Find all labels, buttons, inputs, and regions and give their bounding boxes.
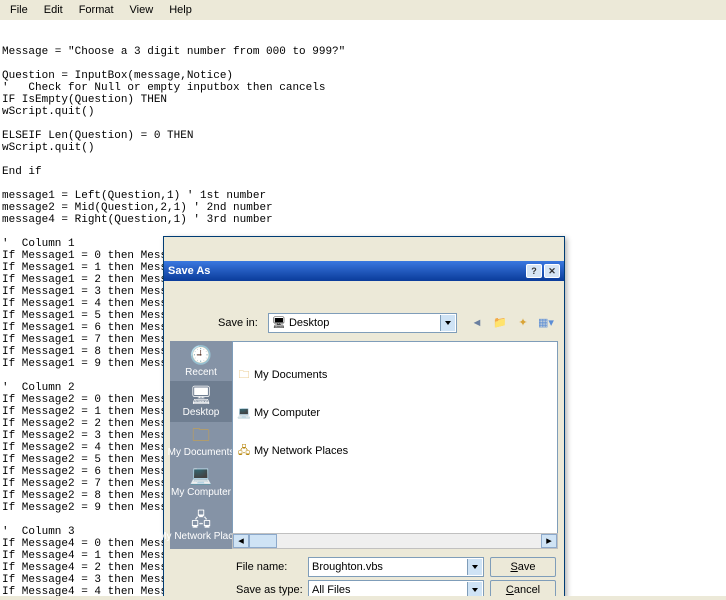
up-one-level-icon[interactable]: 📁 <box>490 313 510 333</box>
save-as-type-dropdown[interactable]: All Files <box>308 580 484 596</box>
place-label: Recent <box>185 367 217 379</box>
save-as-dialog: Save As ? ✕ Save in: Desktop ◄ 📁 ✦ ▦▾ <box>163 236 565 596</box>
menu-view[interactable]: View <box>124 2 160 18</box>
text-editor[interactable]: Message = "Choose a 3 digit number from … <box>0 20 726 596</box>
back-icon[interactable]: ◄ <box>467 313 487 333</box>
save-in-dropdown[interactable]: Desktop <box>268 313 457 333</box>
cancel-button[interactable]: Cancel <box>490 580 556 596</box>
chevron-down-icon[interactable] <box>467 559 482 575</box>
file-name-input[interactable]: Broughton.vbs <box>308 557 484 577</box>
dialog-title: Save As <box>168 265 524 277</box>
place-label: Desktop <box>183 407 220 419</box>
folder-icon <box>189 424 213 446</box>
save-in-label: Save in: <box>218 317 262 329</box>
place-label: My Documents <box>168 447 235 459</box>
place-desktop[interactable]: Desktop <box>170 381 232 421</box>
place-label: My Network Places <box>158 532 244 542</box>
list-item[interactable]: My Network Places <box>235 444 555 458</box>
file-name-label: File name: <box>236 561 302 573</box>
file-name: My Documents <box>254 369 327 381</box>
save-button[interactable]: Save <box>490 557 556 577</box>
menu-edit[interactable]: Edit <box>38 2 69 18</box>
desktop-icon <box>189 384 213 406</box>
menu-file[interactable]: File <box>4 2 34 18</box>
place-my-computer[interactable]: My Computer <box>170 462 232 502</box>
save-as-type-value: All Files <box>312 584 351 596</box>
file-name: My Network Places <box>254 445 348 457</box>
help-button[interactable]: ? <box>526 264 542 278</box>
scroll-right-icon[interactable]: ▸ <box>541 534 557 548</box>
place-label: My Computer <box>171 487 231 499</box>
place-my-documents[interactable]: My Documents <box>170 422 232 462</box>
file-list[interactable]: My Documents My Computer My Network Plac… <box>232 341 558 534</box>
list-item[interactable]: My Computer <box>235 406 555 420</box>
recent-icon: 🕘 <box>189 344 213 366</box>
horizontal-scrollbar[interactable]: ◂ ▸ <box>232 533 558 549</box>
place-recent[interactable]: 🕘 Recent <box>170 341 232 381</box>
list-item[interactable]: My Documents <box>235 368 555 382</box>
place-my-network-places[interactable]: My Network Places <box>170 502 232 549</box>
network-icon <box>189 509 213 531</box>
menu-format[interactable]: Format <box>73 2 120 18</box>
new-folder-icon[interactable]: ✦ <box>513 313 533 333</box>
dialog-titlebar[interactable]: Save As ? ✕ <box>164 261 564 281</box>
scroll-thumb[interactable] <box>249 534 277 548</box>
computer-icon <box>189 464 213 486</box>
computer-icon <box>237 407 251 419</box>
menubar: File Edit Format View Help <box>0 0 726 20</box>
toolbar-icons: ◄ 📁 ✦ ▦▾ <box>467 313 556 333</box>
scroll-track[interactable] <box>277 534 541 548</box>
scroll-left-icon[interactable]: ◂ <box>233 534 249 548</box>
file-name: My Computer <box>254 407 320 419</box>
views-icon[interactable]: ▦▾ <box>536 313 556 333</box>
file-name-value: Broughton.vbs <box>312 561 383 573</box>
close-button[interactable]: ✕ <box>544 264 560 278</box>
places-bar: 🕘 Recent Desktop My Documents My Compute… <box>170 341 232 549</box>
network-icon <box>237 445 251 457</box>
chevron-down-icon[interactable] <box>440 315 455 331</box>
folder-icon <box>237 369 251 381</box>
chevron-down-icon[interactable] <box>467 582 482 596</box>
menu-help[interactable]: Help <box>163 2 198 18</box>
desktop-icon <box>272 317 286 329</box>
save-as-type-label: Save as type: <box>236 584 302 596</box>
save-in-value: Desktop <box>289 317 329 329</box>
